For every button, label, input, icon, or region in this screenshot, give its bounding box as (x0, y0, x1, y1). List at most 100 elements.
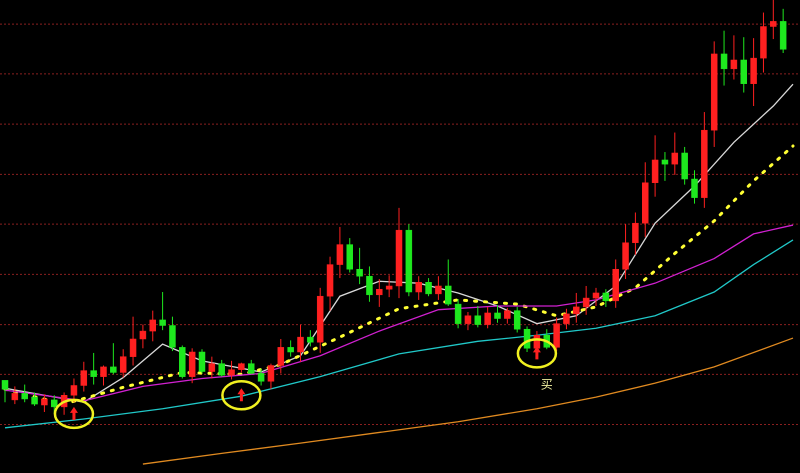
candle (366, 266, 373, 302)
candle (198, 349, 206, 374)
candle-body (661, 159, 669, 165)
candle-body (671, 152, 679, 165)
candle-body (415, 282, 422, 293)
candle-body (1, 380, 9, 390)
up-arrow-icon (237, 388, 246, 402)
candle-body (740, 59, 747, 84)
candle-body (464, 315, 472, 324)
candle-body (592, 292, 600, 299)
candle (740, 37, 747, 93)
buy-signal (221, 380, 262, 411)
candle-body (110, 366, 117, 373)
candle (563, 308, 570, 330)
candle-body (139, 330, 147, 340)
candle-body (435, 285, 442, 295)
candle-body (376, 288, 383, 296)
candle-body (149, 319, 156, 332)
candle-body (681, 152, 688, 180)
candle (405, 224, 413, 297)
candle-body (632, 222, 639, 243)
candle-body (119, 356, 127, 373)
candle-body (129, 338, 137, 357)
candle (671, 132, 679, 175)
candle-body (80, 370, 88, 386)
candle-body (720, 53, 728, 70)
candle (159, 292, 166, 331)
candle (80, 361, 88, 392)
candle-body (750, 57, 757, 84)
candle (573, 292, 580, 323)
candle-body (622, 242, 629, 270)
candle-body (267, 365, 275, 382)
candle-body (228, 369, 235, 376)
candle-body (277, 347, 285, 366)
candle (208, 356, 216, 379)
candle (238, 362, 245, 373)
candle (267, 363, 275, 390)
candle (395, 207, 403, 299)
candle-body (159, 319, 166, 326)
candle-body (316, 295, 324, 343)
candle-body (21, 393, 28, 400)
candle-body (563, 313, 570, 324)
candle (149, 310, 156, 342)
candle (464, 312, 472, 331)
candle (425, 278, 432, 297)
candle (770, 0, 777, 40)
candle (760, 12, 767, 73)
candle-body (445, 285, 452, 305)
candle-body (70, 385, 78, 396)
candle (415, 276, 422, 300)
candle-body (346, 244, 353, 270)
candle (179, 345, 186, 379)
candle (139, 324, 147, 349)
candle-body (198, 351, 206, 372)
candle (504, 307, 511, 324)
candle (346, 238, 353, 273)
candle-body (188, 351, 196, 377)
candle (632, 212, 639, 255)
candle (543, 329, 550, 350)
candle-body (770, 21, 777, 27)
candle (336, 226, 344, 279)
candle-body (336, 244, 344, 265)
candle-body (504, 310, 511, 319)
chart-area: 买 (0, 0, 800, 473)
candle (651, 135, 659, 197)
candle (612, 259, 619, 308)
candle (474, 305, 482, 328)
candle (779, 8, 787, 54)
candle (188, 348, 196, 384)
candle (326, 256, 334, 311)
candle-body (425, 282, 432, 295)
candle (691, 170, 698, 204)
candle (710, 41, 718, 147)
candle (287, 340, 294, 357)
candle-body (710, 53, 718, 131)
candle (1, 380, 9, 403)
candle (218, 359, 225, 377)
candle (701, 112, 708, 208)
candle (445, 259, 452, 306)
candle-body (218, 363, 225, 376)
candle-body (179, 347, 186, 377)
candle-body (602, 292, 610, 302)
candle-body (248, 363, 255, 374)
candle-body (326, 264, 334, 297)
candle-body (31, 396, 38, 405)
candle (642, 162, 649, 238)
candle (385, 275, 393, 298)
candle (750, 38, 757, 107)
chart-labels: 买 (541, 377, 553, 391)
candle (21, 384, 28, 403)
candle-body (691, 178, 698, 198)
candle-body (366, 275, 373, 296)
candle-body (307, 336, 314, 343)
candle-body (395, 229, 403, 287)
candle-body (169, 325, 176, 348)
candle-body (701, 129, 708, 198)
candle-body (553, 323, 560, 348)
up-arrow-icon (69, 406, 78, 420)
candle-body (208, 363, 216, 372)
candle-body (405, 229, 413, 293)
